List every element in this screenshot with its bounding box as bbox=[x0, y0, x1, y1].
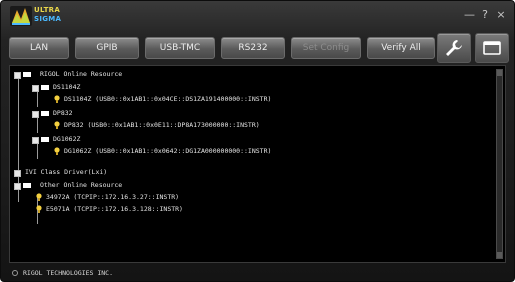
vertical-scrollbar[interactable] bbox=[496, 69, 503, 259]
bulb-icon bbox=[54, 121, 60, 129]
collapse-icon[interactable] bbox=[32, 137, 39, 144]
bulb-icon bbox=[54, 147, 60, 155]
minimize-icon[interactable]: — bbox=[464, 8, 475, 22]
logo-text: ULTRA SIGMA bbox=[34, 6, 61, 24]
window-controls: — ? × bbox=[464, 8, 506, 22]
instrument-icon bbox=[41, 137, 49, 142]
collapse-icon[interactable] bbox=[14, 183, 21, 190]
resource-tree-panel: RIGOL Online Resource DS1104Z DS1104Z (U… bbox=[9, 65, 506, 263]
tree-node-label: IVI Class Driver(Lxi) bbox=[25, 168, 108, 176]
close-icon[interactable]: × bbox=[496, 8, 506, 22]
gpib-button[interactable]: GPIB bbox=[75, 37, 139, 59]
bulb-icon bbox=[54, 95, 60, 103]
tree-node-label: DP832 (USB0::0x1AB1::0x0E11::DP8A1730000… bbox=[64, 121, 260, 129]
tree-node-label: RIGOL Online Resource bbox=[40, 70, 123, 78]
instrument-icon bbox=[41, 85, 49, 90]
rs232-button[interactable]: RS232 bbox=[221, 37, 285, 59]
folder-icon bbox=[23, 183, 31, 188]
set-config-button[interactable]: Set Config bbox=[291, 37, 361, 59]
bulb-icon bbox=[36, 193, 42, 201]
tree-node-label: DG1062Z (USB0::0x1AB1::0x0642::DG1ZA0000… bbox=[64, 147, 272, 155]
tree-node-label: E5071A (TCPIP::172.16.3.128::INSTR) bbox=[46, 205, 183, 213]
logo-line-1: ULTRA bbox=[34, 6, 61, 14]
logo-line-2: SIGMA bbox=[34, 15, 62, 23]
collapse-icon[interactable] bbox=[14, 72, 21, 79]
window-button[interactable] bbox=[475, 33, 509, 63]
logo-mark-icon bbox=[10, 6, 32, 26]
lan-button[interactable]: LAN bbox=[9, 37, 69, 59]
main-window: ULTRA SIGMA — ? × LAN GPIB USB-TMC RS232… bbox=[0, 0, 515, 282]
usb-tmc-button[interactable]: USB-TMC bbox=[145, 37, 215, 59]
collapse-icon[interactable] bbox=[32, 85, 39, 92]
toolbar: LAN GPIB USB-TMC RS232 Set Config Verify… bbox=[9, 33, 509, 63]
window-icon bbox=[483, 41, 501, 55]
folder-icon bbox=[23, 72, 31, 77]
status-indicator-icon bbox=[12, 270, 18, 276]
tree-node-label: Other Online Resource bbox=[40, 181, 123, 189]
wrench-icon bbox=[446, 40, 462, 56]
app-logo: ULTRA SIGMA bbox=[9, 4, 69, 28]
instrument-icon bbox=[41, 111, 49, 116]
help-icon[interactable]: ? bbox=[480, 8, 490, 22]
expand-icon[interactable] bbox=[14, 170, 21, 177]
status-text: RIGOL TECHNOLOGIES INC. bbox=[23, 269, 114, 277]
tree-node-label: DG1062Z bbox=[53, 135, 81, 143]
tree-node-label: DS1104Z (USB0::0x1AB1::0x04CE::DS1ZA1914… bbox=[64, 95, 272, 103]
scroll-down-icon[interactable] bbox=[497, 252, 502, 258]
tree-node-label: DS1104Z bbox=[53, 83, 81, 91]
tree-node-label: 34972A (TCPIP::172.16.3.27::INSTR) bbox=[46, 193, 180, 201]
title-bar: ULTRA SIGMA — ? × bbox=[1, 1, 514, 31]
bulb-icon bbox=[36, 205, 42, 213]
scroll-up-icon[interactable] bbox=[497, 70, 502, 76]
settings-button[interactable] bbox=[437, 33, 471, 63]
collapse-icon[interactable] bbox=[32, 111, 39, 118]
status-bar: RIGOL TECHNOLOGIES INC. bbox=[9, 267, 506, 279]
verify-all-button[interactable]: Verify All bbox=[367, 37, 435, 59]
tree-node-label: DP832 bbox=[53, 109, 73, 117]
